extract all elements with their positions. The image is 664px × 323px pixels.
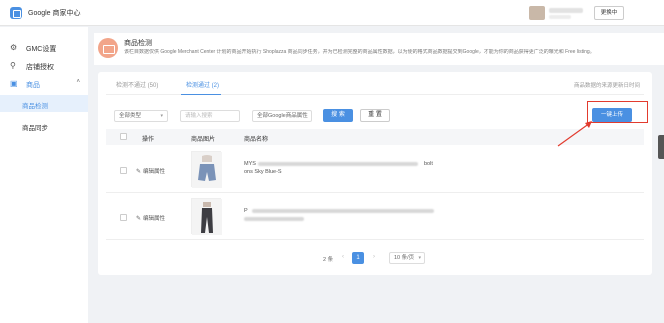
sidebar-item-label: 店铺授权 (26, 64, 54, 71)
switch-button[interactable]: 更换中 (594, 6, 624, 20)
active-tab-indicator (181, 94, 221, 95)
blurred-text (252, 209, 434, 213)
sidebar: ⚙ GMC设置 ⚲ 店铺授权 ▣ 商品 ˄ 商品检测 商品同步 (0, 27, 88, 323)
type-select[interactable]: 全部类型 ▾ (114, 110, 168, 122)
leggings-image (192, 199, 222, 235)
product-name-suffix: bolt (424, 161, 433, 167)
blurred-username (549, 8, 583, 13)
type-select-value: 全部类型 (119, 113, 142, 119)
link-icon: ⚲ (10, 61, 16, 70)
shorts-image (192, 152, 222, 188)
shopping-basket-icon (98, 38, 118, 58)
table-row: ✎ 编辑属性 MYS bolt ons Sky Blue-S (106, 146, 644, 193)
pagination-total: 2 条 (323, 257, 334, 263)
select-all-checkbox[interactable] (120, 133, 127, 140)
blurred-text (244, 217, 304, 221)
tab-failed[interactable]: 检测不通过 (50) (116, 80, 158, 89)
page-size-value: 10 条/页 (394, 255, 415, 261)
avatar[interactable] (529, 6, 545, 20)
gear-icon: ⚙ (10, 43, 18, 52)
keyword-input[interactable]: 请输入搜索 (180, 110, 240, 122)
row-checkbox[interactable] (120, 214, 127, 221)
edit-icon: ✎ (136, 216, 142, 222)
reset-button[interactable]: 重 置 (360, 109, 390, 122)
chevron-up-icon: ˄ (76, 79, 80, 85)
blurred-user-subtitle (549, 15, 571, 19)
search-button[interactable]: 搜 索 (323, 109, 353, 122)
page-description: 该栏目数据仅供 Google Merchant Center 计划的商品开始执行… (124, 49, 595, 55)
sidebar-item-product-sync[interactable]: 商品同步 (0, 117, 88, 134)
edit-attributes-link[interactable]: ✎ 编辑属性 (136, 167, 165, 175)
table-row: ✎ 编辑属性 P (106, 193, 644, 240)
page-number-button[interactable]: 1 (352, 252, 364, 264)
sidebar-item-store-auth[interactable]: ⚲ 店铺授权 (0, 58, 88, 74)
column-header-image: 商品图片 (191, 137, 216, 143)
row-checkbox[interactable] (120, 167, 127, 174)
attribute-select-value: 全部Google商品属性 (257, 113, 308, 119)
sidebar-item-label: 商品同步 (22, 125, 48, 132)
column-header-name: 商品名称 (244, 137, 269, 143)
bag-icon: ▣ (10, 79, 18, 88)
sidebar-item-label: 商品检测 (22, 103, 48, 110)
highlight-box (587, 101, 648, 123)
edit-icon: ✎ (136, 169, 142, 175)
page-size-select[interactable]: 10 条/页 ▾ (389, 252, 425, 264)
column-header-action: 操作 (142, 137, 155, 143)
side-scroll-tab[interactable] (658, 135, 664, 159)
sidebar-item-gmc-settings[interactable]: ⚙ GMC设置 (0, 40, 88, 56)
sidebar-item-product-check[interactable]: 商品检测 (0, 95, 88, 112)
tab-passed[interactable]: 检测通过 (2) (186, 80, 219, 89)
main-panel: 检测不通过 (50) 检测通过 (2) 商品数据的来源更新日时间 全部类型 ▾ … (98, 72, 652, 275)
product-name-prefix: MYS (244, 161, 256, 167)
sidebar-item-products[interactable]: ▣ 商品 ˄ (0, 76, 88, 92)
product-name-line2: ons Sky Blue-S (244, 169, 282, 175)
blurred-text (258, 162, 418, 166)
app-logo-icon (10, 7, 22, 19)
chevron-down-icon: ▾ (418, 255, 421, 261)
page-header: 商品检测 该栏目数据仅供 Google Merchant Center 计划的商… (94, 33, 664, 65)
data-source-note: 商品数据的来源更新日时间 (573, 83, 640, 89)
sidebar-item-label: 商品 (26, 82, 40, 89)
prev-page-icon[interactable]: ‹ (342, 254, 344, 260)
top-bar: Google 商家中心 更换中 (0, 0, 664, 26)
product-name: P (244, 207, 434, 221)
edit-attributes-label: 编辑属性 (143, 169, 166, 175)
edit-attributes-label: 编辑属性 (143, 216, 166, 222)
sidebar-item-label: GMC设置 (26, 46, 57, 53)
chevron-down-icon: ▾ (160, 113, 163, 119)
next-page-icon[interactable]: › (373, 254, 375, 260)
page-title: 商品检测 (124, 40, 152, 47)
attribute-select[interactable]: 全部Google商品属性 (252, 110, 312, 122)
keyword-input-placeholder: 请输入搜索 (185, 113, 213, 119)
product-image (191, 198, 222, 235)
annotation-arrow-icon (557, 121, 592, 147)
edit-attributes-link[interactable]: ✎ 编辑属性 (136, 214, 165, 222)
product-name-prefix: P (244, 208, 248, 214)
app-title: Google 商家中心 (28, 10, 81, 17)
product-image (191, 151, 222, 188)
product-name: MYS bolt ons Sky Blue-S (244, 160, 434, 176)
